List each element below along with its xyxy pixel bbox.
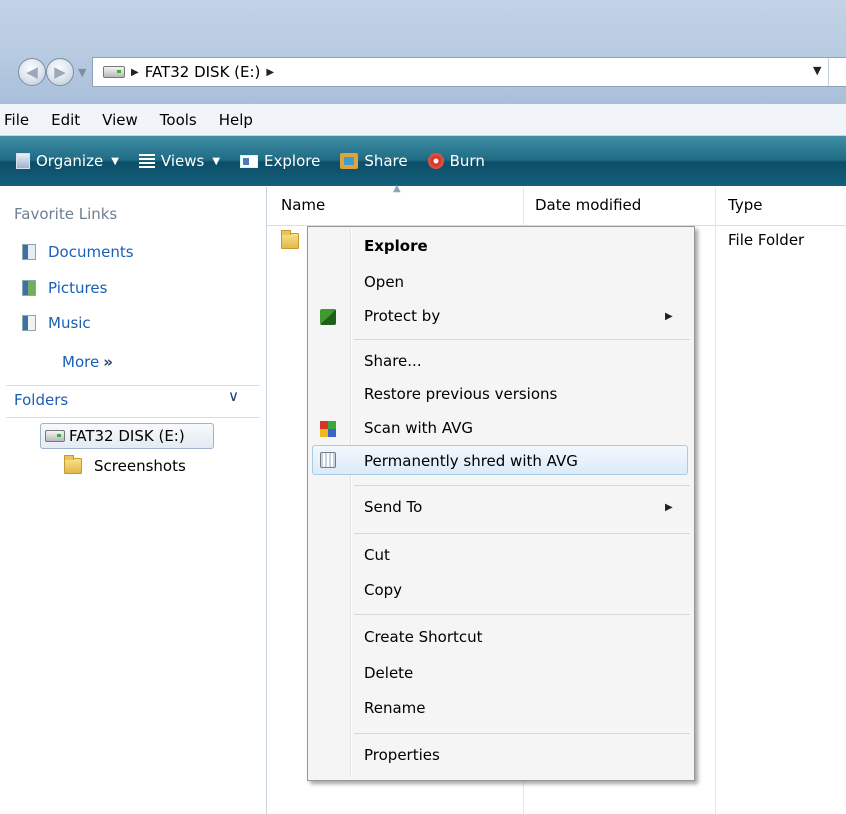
burn-label: Burn	[449, 152, 485, 170]
double-chevron-icon: »	[103, 353, 113, 371]
music-icon	[22, 315, 36, 331]
pictures-icon	[22, 280, 36, 296]
chevron-down-icon[interactable]: ∨	[228, 387, 239, 405]
favorite-link-label: Pictures	[48, 279, 108, 297]
submenu-arrow-icon: ▶	[665, 311, 673, 322]
divider	[6, 385, 260, 386]
column-header-type[interactable]: Type	[728, 196, 762, 214]
folder-icon	[281, 230, 299, 249]
drive-icon	[45, 430, 65, 442]
favorite-link-music[interactable]: Music	[22, 314, 91, 332]
forward-button[interactable]: ▶	[46, 58, 74, 86]
divider	[6, 417, 260, 418]
menu-item-delete[interactable]: Delete	[364, 664, 413, 682]
burn-disc-icon	[427, 153, 444, 169]
menu-separator	[354, 339, 690, 340]
column-header-date-modified[interactable]: Date modified	[535, 196, 641, 214]
menu-item-properties[interactable]: Properties	[364, 746, 440, 764]
file-row-type: File Folder	[728, 231, 805, 249]
menu-view[interactable]: View	[91, 111, 149, 129]
burn-button[interactable]: Burn	[427, 152, 485, 170]
address-bar[interactable]: ▶ FAT32 DISK (E:) ▶ ▼	[92, 57, 846, 87]
chevron-down-icon: ▼	[212, 155, 221, 167]
favorite-link-documents[interactable]: Documents	[22, 243, 134, 261]
menu-help[interactable]: Help	[208, 111, 264, 129]
drive-icon	[103, 66, 125, 78]
avg-scan-icon	[320, 421, 336, 437]
more-links-button[interactable]: More»	[62, 353, 113, 371]
menu-item-cut[interactable]: Cut	[364, 546, 390, 564]
shredder-icon	[320, 452, 336, 468]
menu-item-explore[interactable]: Explore	[364, 237, 428, 255]
menu-file[interactable]: File	[0, 111, 40, 129]
explore-label: Explore	[264, 152, 321, 170]
menu-item-open[interactable]: Open	[364, 273, 404, 291]
chevron-down-icon: ▼	[111, 155, 119, 167]
explore-icon	[240, 154, 259, 168]
menu-separator	[354, 485, 690, 486]
menu-bar: File Edit View Tools Help	[0, 104, 846, 136]
title-bar: ◀ ▶ ▼ ▶ FAT32 DISK (E:) ▶ ▼	[0, 0, 846, 105]
tree-item-drive[interactable]: FAT32 DISK (E:)	[40, 423, 214, 449]
favorite-link-label: Music	[48, 314, 91, 332]
favorite-link-label: Documents	[48, 243, 134, 261]
views-button[interactable]: Views ▼	[138, 152, 221, 170]
tree-item-label: Screenshots	[94, 457, 186, 475]
column-header-name[interactable]: Name	[281, 196, 325, 214]
favorite-links-heading: Favorite Links	[14, 205, 118, 223]
menu-icon-gutter	[350, 229, 352, 778]
explore-button[interactable]: Explore	[240, 152, 320, 170]
menu-separator	[354, 533, 690, 534]
folder-icon	[64, 455, 82, 474]
documents-icon	[22, 244, 36, 260]
column-header-row: Name ▲ Date modified Type	[267, 183, 846, 226]
more-label: More	[62, 353, 100, 371]
menu-item-share[interactable]: Share...	[364, 352, 422, 370]
command-bar: Organize ▼ Views ▼ Explore Share Burn	[0, 136, 846, 186]
navigation-pane: Favorite Links Documents Pictures Music …	[0, 187, 267, 814]
organize-label: Organize	[36, 152, 104, 170]
folders-heading[interactable]: Folders	[14, 391, 68, 409]
menu-item-send-to[interactable]: Send To	[364, 498, 422, 516]
forward-arrow-icon: ▶	[54, 63, 66, 81]
menu-item-restore-previous-versions[interactable]: Restore previous versions	[364, 385, 557, 403]
share-button[interactable]: Share	[340, 152, 408, 170]
back-button[interactable]: ◀	[18, 58, 46, 86]
breadcrumb-arrow-icon[interactable]: ▶	[131, 67, 139, 78]
favorite-link-pictures[interactable]: Pictures	[22, 279, 107, 297]
menu-item-create-shortcut[interactable]: Create Shortcut	[364, 628, 483, 646]
tree-item-screenshots[interactable]: Screenshots	[64, 455, 186, 475]
protect-icon	[320, 309, 336, 325]
sort-ascending-icon: ▲	[393, 183, 401, 194]
menu-item-copy[interactable]: Copy	[364, 581, 402, 599]
share-icon	[340, 153, 359, 169]
menu-item-permanently-shred-with-avg[interactable]: Permanently shred with AVG	[364, 452, 578, 470]
tree-item-label: FAT32 DISK (E:)	[69, 427, 185, 445]
breadcrumb-drive[interactable]: FAT32 DISK (E:)	[145, 63, 261, 81]
address-dropdown-icon[interactable]: ▼	[813, 64, 821, 77]
menu-tools[interactable]: Tools	[149, 111, 208, 129]
organize-button[interactable]: Organize ▼	[16, 152, 119, 170]
context-menu: Explore Open Protect by ▶ Share... Resto…	[307, 226, 695, 781]
submenu-arrow-icon: ▶	[665, 502, 673, 513]
menu-separator	[354, 614, 690, 615]
breadcrumb-arrow-icon[interactable]: ▶	[266, 67, 274, 78]
views-label: Views	[160, 152, 205, 170]
back-arrow-icon: ◀	[26, 63, 38, 81]
menu-item-scan-with-avg[interactable]: Scan with AVG	[364, 419, 473, 437]
column-divider	[715, 187, 716, 814]
menu-separator	[354, 733, 690, 734]
menu-edit[interactable]: Edit	[40, 111, 91, 129]
views-icon	[138, 154, 155, 168]
share-label: Share	[364, 152, 408, 170]
recent-pages-dropdown-icon[interactable]: ▼	[78, 66, 86, 79]
menu-item-protect-by[interactable]: Protect by	[364, 307, 440, 325]
menu-item-rename[interactable]: Rename	[364, 699, 426, 717]
address-divider	[828, 58, 829, 86]
organize-icon	[16, 153, 30, 169]
